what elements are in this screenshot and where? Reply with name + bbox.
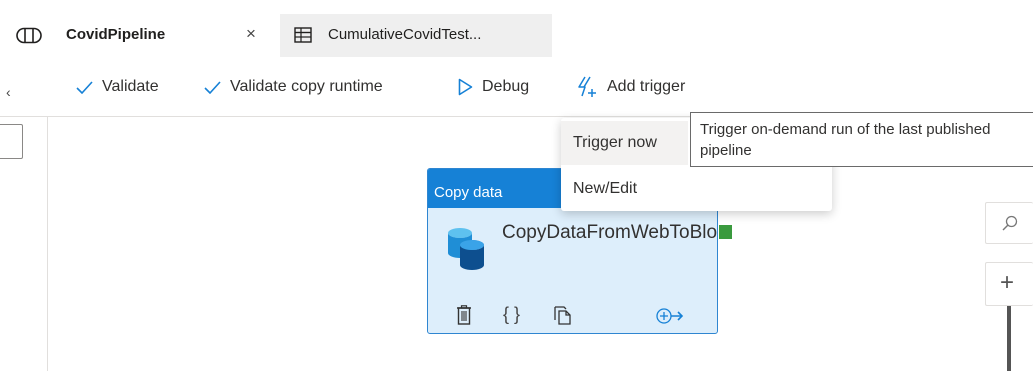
- tab-cumulativecovidtest[interactable]: CumulativeCovidTest...: [280, 14, 552, 57]
- tab-label: CovidPipeline: [66, 26, 166, 43]
- delete-icon[interactable]: [456, 305, 472, 330]
- close-icon[interactable]: ×: [246, 25, 256, 43]
- activity-body: CopyDataFromWebToBlob { }: [428, 208, 718, 333]
- pipeline-icon: [16, 27, 42, 49]
- zoom-in-button[interactable]: +: [985, 262, 1033, 306]
- code-icon[interactable]: { }: [503, 304, 520, 325]
- add-output-icon[interactable]: [656, 307, 684, 330]
- database-icon: [446, 226, 486, 277]
- add-trigger-label: Add trigger: [607, 78, 686, 95]
- debug-button[interactable]: Debug: [458, 78, 529, 96]
- canvas-search-button[interactable]: [985, 202, 1033, 244]
- activity-actions: { }: [428, 304, 717, 331]
- pipeline-toolbar: ‹ Validate Validate copy runtime Debug A…: [0, 57, 1033, 117]
- activity-name: CopyDataFromWebToBlob: [502, 222, 718, 243]
- tab-covidpipeline[interactable]: CovidPipeline ×: [0, 14, 280, 57]
- validate-button[interactable]: Validate: [76, 78, 159, 96]
- play-icon: [458, 78, 473, 96]
- plus-icon: +: [1000, 269, 1015, 296]
- add-trigger-button[interactable]: Add trigger: [576, 76, 685, 98]
- success-output-port[interactable]: [719, 225, 732, 239]
- validate-copy-runtime-button[interactable]: Validate copy runtime: [204, 78, 383, 96]
- validate-label: Validate: [102, 78, 159, 95]
- tab-strip: CovidPipeline × CumulativeCovidTest...: [0, 0, 1033, 57]
- table-icon: [294, 27, 312, 48]
- menu-item-trigger-now[interactable]: Trigger now: [561, 121, 688, 165]
- checkmark-icon: [76, 80, 93, 94]
- search-icon: [1002, 215, 1018, 236]
- validate-copy-runtime-label: Validate copy runtime: [230, 78, 383, 95]
- left-panel-divider: [47, 117, 48, 371]
- clone-icon[interactable]: [554, 305, 572, 330]
- tab-label: CumulativeCovidTest...: [328, 26, 482, 43]
- menu-item-new-edit[interactable]: New/Edit: [561, 167, 832, 211]
- chevron-left-icon[interactable]: ‹: [6, 84, 11, 100]
- trigger-now-tooltip: Trigger on-demand run of the last publis…: [690, 112, 1033, 167]
- left-panel-input[interactable]: [0, 124, 23, 159]
- checkmark-icon: [204, 80, 221, 94]
- trigger-icon: [578, 76, 596, 97]
- zoom-slider[interactable]: [1007, 306, 1011, 371]
- debug-label: Debug: [482, 78, 530, 95]
